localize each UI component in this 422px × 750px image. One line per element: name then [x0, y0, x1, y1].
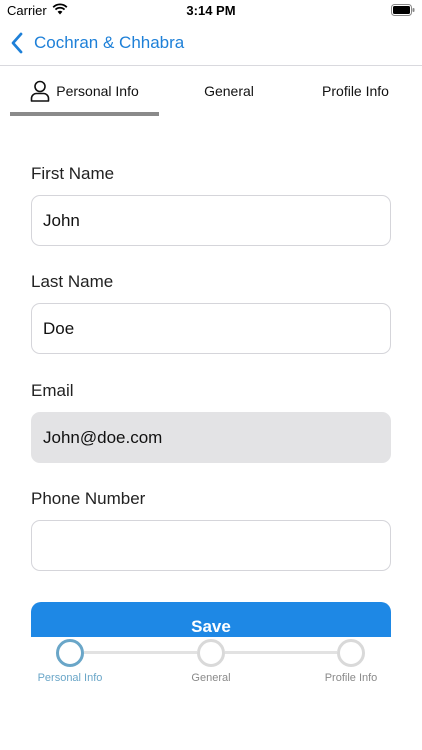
- chevron-left-icon: [11, 32, 23, 54]
- tab-personal-info[interactable]: Personal Info: [10, 66, 159, 116]
- tab-general-label: General: [204, 83, 254, 99]
- first-name-field[interactable]: [31, 195, 391, 246]
- step-general-label: General: [191, 672, 231, 684]
- tab-personal-info-label: Personal Info: [56, 83, 139, 99]
- step-connector: [225, 651, 337, 654]
- tab-selected-indicator: [10, 112, 159, 116]
- progress-stepper: Personal Info General Profile Info: [0, 637, 422, 750]
- phone-number-label: Phone Number: [31, 489, 146, 508]
- step-personal-info[interactable]: [56, 639, 84, 667]
- tab-profile-info-label: Profile Info: [322, 83, 389, 99]
- email-label: Email: [31, 381, 74, 400]
- step-profile-info[interactable]: [337, 639, 365, 667]
- step-general[interactable]: [197, 639, 225, 667]
- status-bar: Carrier 3:14 PM: [0, 0, 422, 22]
- tab-profile-info[interactable]: Profile Info: [299, 66, 412, 116]
- last-name-field[interactable]: [31, 303, 391, 354]
- email-field: [31, 412, 391, 463]
- tab-bar: Personal Info General Profile Info: [0, 66, 422, 118]
- step-profile-info-label: Profile Info: [324, 672, 378, 684]
- clock: 3:14 PM: [186, 3, 236, 18]
- first-name-label: First Name: [31, 164, 115, 183]
- step-connector: [84, 651, 197, 654]
- tab-general[interactable]: General: [159, 66, 299, 116]
- save-button-label: Save: [191, 617, 231, 636]
- last-name-label: Last Name: [31, 272, 114, 291]
- user-icon: [30, 80, 50, 102]
- navigation-bar: Cochran & Chhabra: [0, 22, 422, 66]
- back-button[interactable]: Cochran & Chhabra: [10, 30, 184, 56]
- phone-number-field[interactable]: [31, 520, 391, 571]
- step-personal-info-label: Personal Info: [37, 672, 103, 684]
- battery-icon: [391, 4, 415, 16]
- back-button-label: Cochran & Chhabra: [34, 33, 185, 52]
